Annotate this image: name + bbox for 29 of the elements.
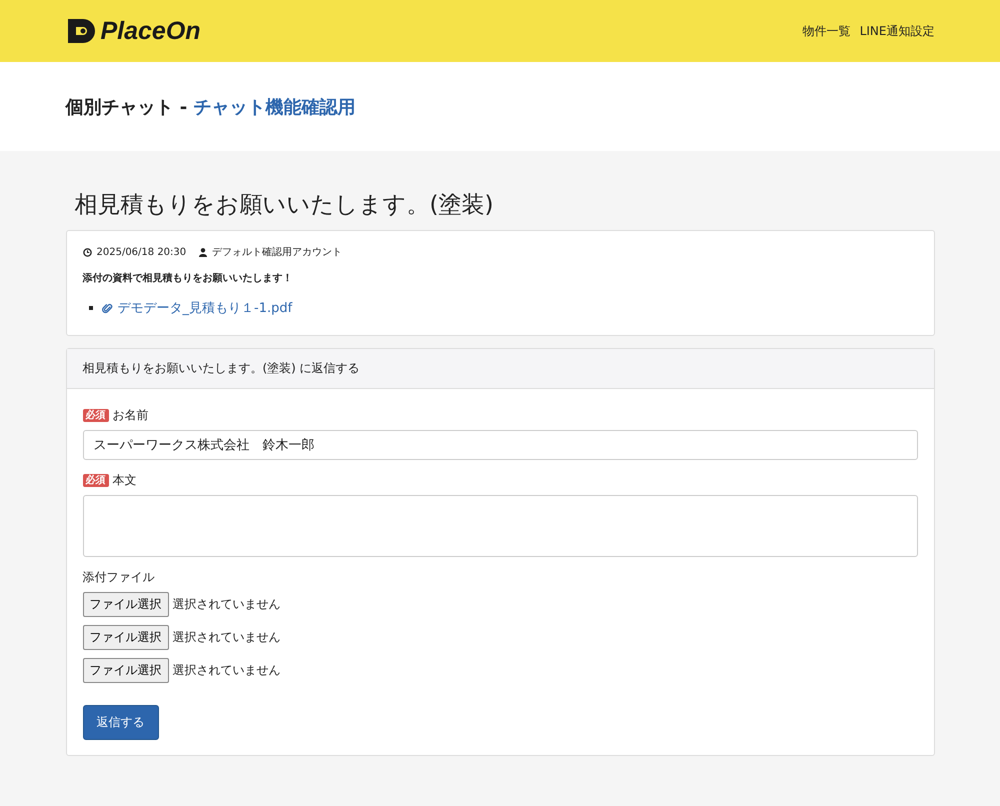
logo-text: PlaceOn	[100, 16, 201, 46]
logo-icon	[66, 17, 96, 45]
file-select-button[interactable]: ファイル選択	[82, 592, 168, 617]
user-icon	[199, 248, 208, 256]
attachment-link[interactable]: デモデータ_見積もり１-1.pdf	[118, 299, 292, 317]
reply-button[interactable]: 返信する	[82, 705, 158, 740]
field-label: お名前	[112, 407, 148, 424]
file-status: 選択されていません	[172, 662, 280, 679]
message-body: 添付の資料で相見積もりをお願いいたします！	[82, 272, 294, 285]
paperclip-icon	[102, 302, 112, 314]
message-title: 相見積もりをお願いいたします。(塗装)	[74, 191, 494, 220]
nav-link[interactable]: 物件一覧	[802, 22, 851, 40]
post-datetime: 2025/06/18 20:30	[96, 246, 186, 258]
attachment-label: 添付ファイル	[82, 569, 156, 586]
bullet-icon	[88, 306, 92, 310]
required-badge: 必須	[82, 474, 108, 487]
page-title: 個別チャット - チャット機能確認用	[66, 96, 357, 118]
file-select-button[interactable]: ファイル選択	[82, 625, 168, 650]
field-label: 本文	[112, 472, 136, 489]
reply-heading: 相見積もりをお願いいたします。(塗装) に返信する	[66, 349, 934, 389]
clock-icon	[82, 248, 92, 256]
name-input[interactable]: スーパーワークス株式会社 鈴木一郎	[82, 430, 918, 460]
post-author: デフォルト確認用アカウント	[212, 246, 342, 259]
chat-link[interactable]: チャット機能確認用	[194, 96, 356, 118]
file-status: 選択されていません	[172, 629, 280, 646]
nav-link[interactable]: LINE通知設定	[860, 22, 934, 40]
file-status: 選択されていません	[172, 596, 280, 613]
file-select-button[interactable]: ファイル選択	[82, 658, 168, 683]
required-badge: 必須	[82, 409, 108, 422]
